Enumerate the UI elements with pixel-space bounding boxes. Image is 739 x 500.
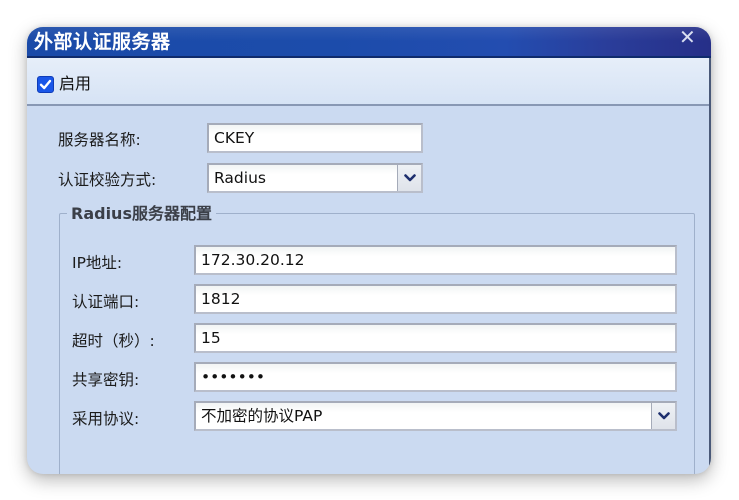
server-name-input[interactable]: CKEY	[207, 123, 423, 153]
secret-input[interactable]: •••••••	[194, 362, 677, 392]
timeout-value: 15	[201, 329, 221, 347]
timeout-label: 超时（秒）:	[72, 332, 155, 350]
screen: 外部认证服务器 ✕ 启用 服务器名称: CKEY 认证校验方式: Radius	[0, 0, 739, 500]
checkmark-icon	[39, 79, 52, 90]
auth-method-label: 认证校验方式:	[58, 171, 157, 189]
external-auth-server-dialog: 外部认证服务器 ✕ 启用 服务器名称: CKEY 认证校验方式: Radius	[27, 27, 711, 474]
protocol-select[interactable]: 不加密的协议PAP	[194, 401, 677, 431]
protocol-dropdown-button[interactable]	[651, 403, 675, 429]
radius-config-legend: Radius服务器配置	[67, 203, 216, 225]
ip-value: 172.30.20.12	[201, 251, 305, 269]
protocol-value: 不加密的协议PAP	[201, 407, 323, 425]
port-label: 认证端口:	[72, 293, 140, 311]
secret-label: 共享密钥:	[72, 371, 140, 389]
enable-bar: 启用	[27, 58, 711, 106]
ip-label: IP地址:	[72, 254, 123, 272]
chevron-down-icon	[657, 412, 670, 420]
dialog-title: 外部认证服务器	[34, 31, 171, 53]
window-edge	[709, 58, 711, 474]
auth-method-dropdown-button[interactable]	[397, 165, 421, 191]
port-value: 1812	[201, 290, 241, 308]
secret-value: •••••••	[201, 368, 265, 386]
timeout-input[interactable]: 15	[194, 323, 677, 353]
enable-checkbox[interactable]	[37, 76, 54, 93]
auth-method-select[interactable]: Radius	[207, 163, 423, 193]
title-bar[interactable]: 外部认证服务器 ✕	[27, 27, 711, 58]
server-name-value: CKEY	[214, 129, 255, 147]
protocol-label: 采用协议:	[72, 410, 140, 428]
ip-input[interactable]: 172.30.20.12	[194, 245, 677, 275]
auth-method-value: Radius	[214, 169, 266, 187]
server-name-label: 服务器名称:	[58, 131, 141, 149]
chevron-down-icon	[403, 174, 416, 182]
close-icon[interactable]: ✕	[679, 27, 696, 47]
enable-label: 启用	[59, 74, 92, 93]
port-input[interactable]: 1812	[194, 284, 677, 314]
